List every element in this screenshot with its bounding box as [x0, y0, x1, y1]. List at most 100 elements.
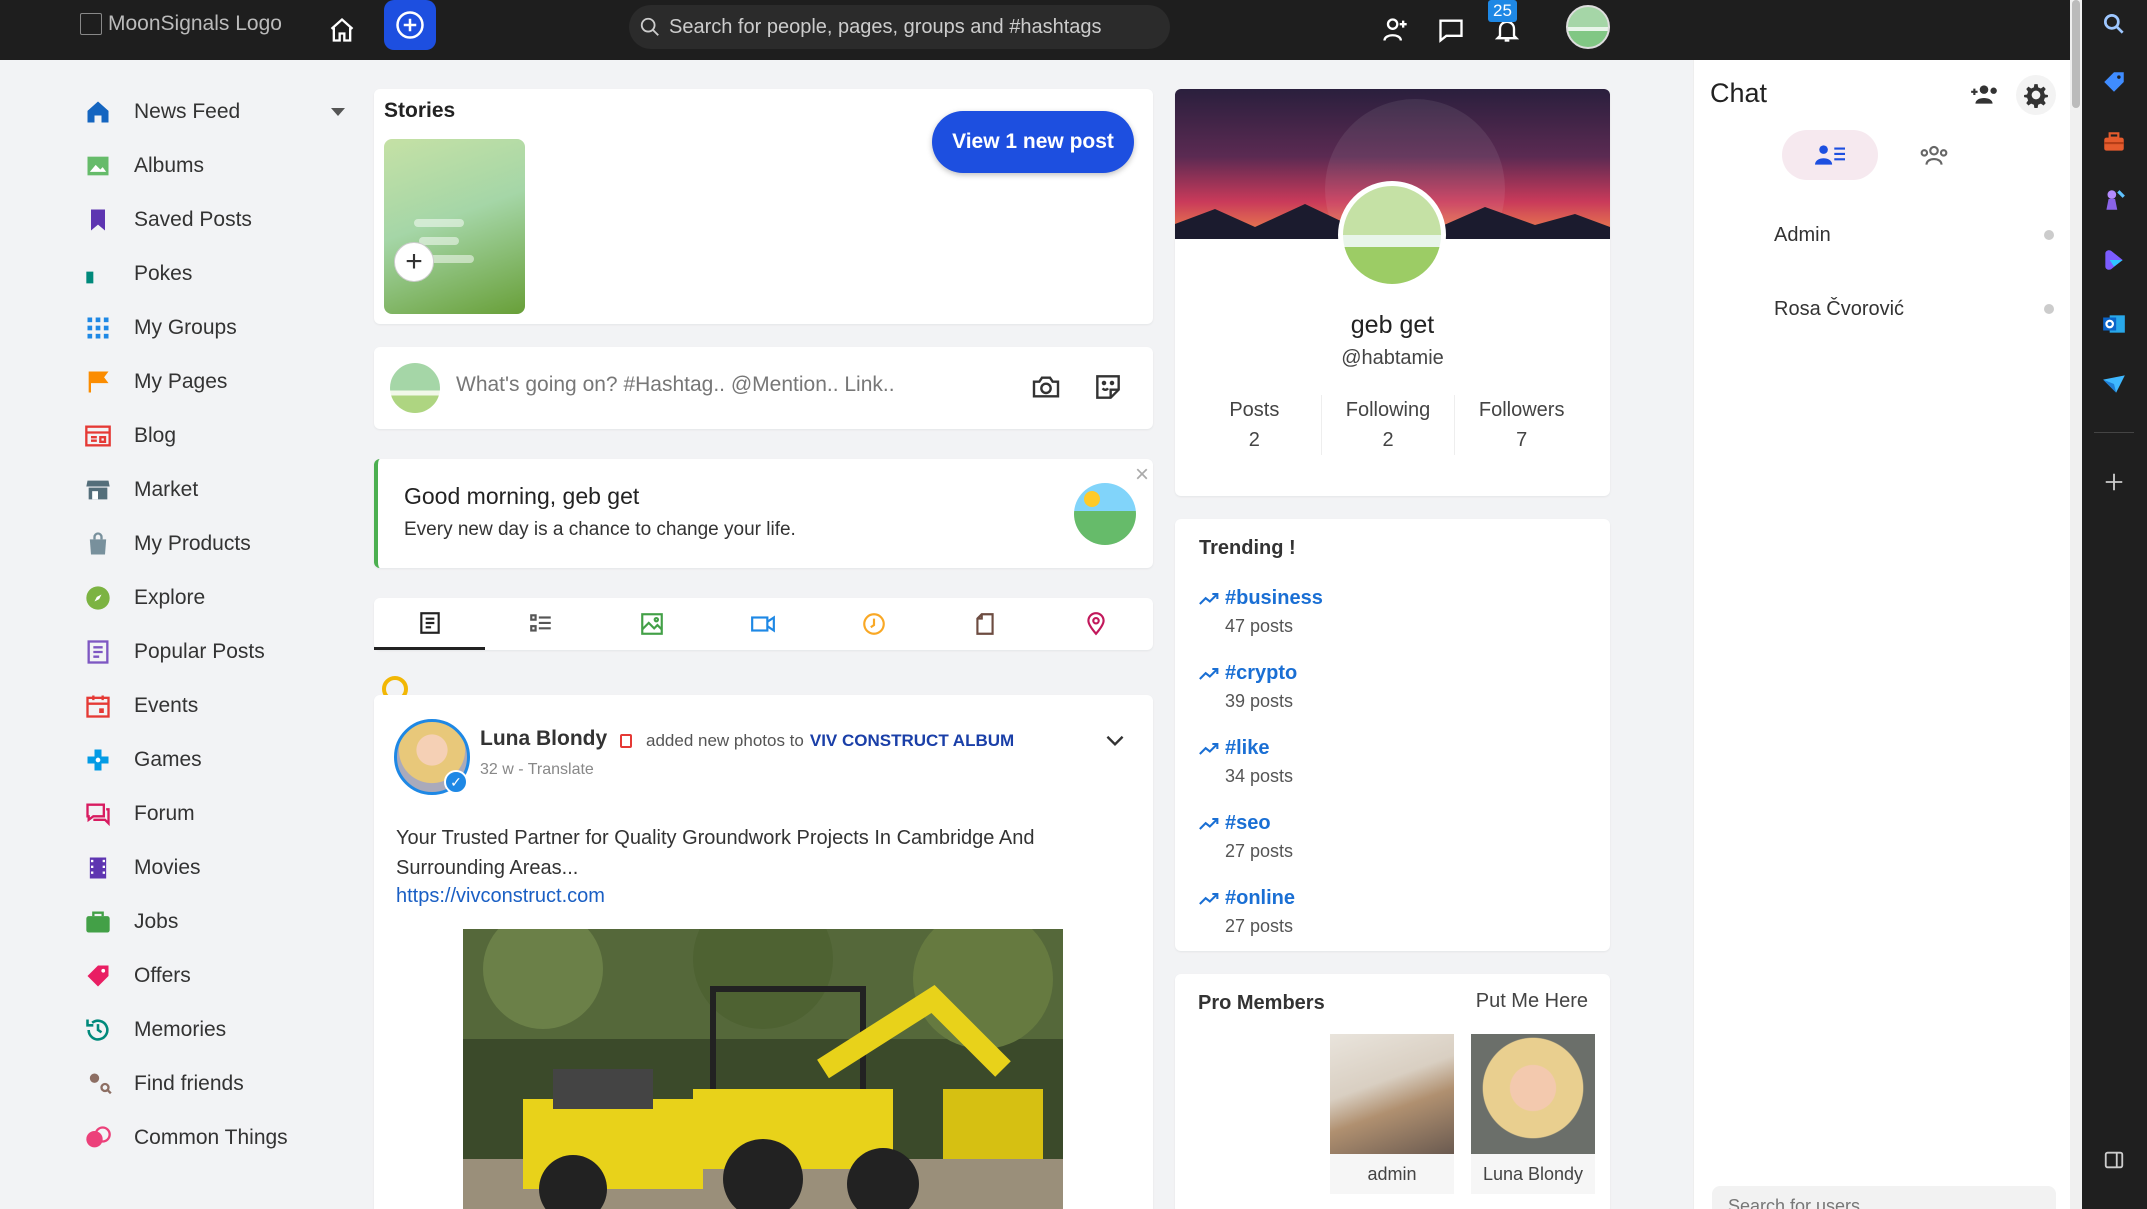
- sidebar-item-movies[interactable]: Movies: [80, 841, 355, 895]
- tab-all-posts[interactable]: [374, 598, 485, 650]
- scrollbar-thumb[interactable]: [2072, 0, 2080, 108]
- tab-files[interactable]: [929, 598, 1040, 650]
- profile-name[interactable]: geb get: [1175, 311, 1610, 340]
- sidebar-item-games[interactable]: Games: [80, 733, 355, 787]
- home-button[interactable]: [322, 10, 362, 50]
- rail-copilot-button[interactable]: [2096, 242, 2132, 278]
- sidebar-item-events[interactable]: Events: [80, 679, 355, 733]
- pro-member-admin[interactable]: admin: [1330, 1034, 1454, 1194]
- trending-tag[interactable]: #online: [1225, 887, 1295, 910]
- film-icon: [80, 850, 116, 886]
- add-photo-button[interactable]: [1026, 367, 1066, 407]
- sidebar-item-find-friends[interactable]: Find friends: [80, 1057, 355, 1111]
- close-icon[interactable]: ×: [1135, 461, 1149, 489]
- briefcase-icon: [80, 904, 116, 940]
- chat-user-rosa[interactable]: Rosa Čvorović: [1774, 298, 1904, 321]
- add-feeling-button[interactable]: [1088, 367, 1128, 407]
- rail-add-button[interactable]: [2096, 464, 2132, 500]
- site-logo[interactable]: MoonSignals Logo: [80, 12, 282, 36]
- trending-count: 27 posts: [1225, 916, 1294, 936]
- trending-item[interactable]: #crypto 39 posts: [1199, 662, 1297, 712]
- trending-tag[interactable]: #crypto: [1225, 662, 1297, 685]
- page-scrollbar[interactable]: [2070, 0, 2082, 1209]
- sidebar-item-common-things[interactable]: Common Things: [80, 1111, 355, 1165]
- sidebar-item-albums[interactable]: Albums: [80, 139, 355, 193]
- rail-games-button[interactable]: [2096, 182, 2132, 218]
- friend-requests-button[interactable]: [1373, 8, 1417, 52]
- tab-music[interactable]: [818, 598, 929, 650]
- pro-member-luna-blondy[interactable]: Luna Blondy: [1471, 1034, 1595, 1194]
- sidebar-item-blog[interactable]: Blog: [80, 409, 355, 463]
- rail-tools-button[interactable]: [2096, 124, 2132, 160]
- chat-search-input[interactable]: Search for users: [1712, 1186, 2056, 1209]
- sidebar-item-news-feed[interactable]: News Feed: [80, 85, 355, 139]
- sidebar-item-forum[interactable]: Forum: [80, 787, 355, 841]
- chat-settings-button[interactable]: [2016, 75, 2056, 115]
- pro-member-name: Luna Blondy: [1482, 1164, 1584, 1184]
- put-me-here-link[interactable]: Put Me Here: [1476, 990, 1588, 1013]
- sidebar-item-jobs[interactable]: Jobs: [80, 895, 355, 949]
- post-album-link[interactable]: VIV CONSTRUCT ALBUM: [810, 731, 1014, 751]
- sidebar-item-popular-posts[interactable]: Popular Posts: [80, 625, 355, 679]
- sidebar-item-market[interactable]: Market: [80, 463, 355, 517]
- tab-places[interactable]: [1040, 598, 1151, 650]
- sidebar-item-my-products[interactable]: My Products: [80, 517, 355, 571]
- tab-videos[interactable]: [707, 598, 818, 650]
- outlook-icon: [2103, 315, 2125, 333]
- sidebar-item-label: Blog: [134, 424, 177, 447]
- chevron-down-icon[interactable]: [1102, 727, 1128, 753]
- sidebar-item-offers[interactable]: Offers: [80, 949, 355, 1003]
- view-new-post-button[interactable]: View 1 new post: [932, 111, 1134, 173]
- sidebar-item-saved-posts[interactable]: Saved Posts: [80, 193, 355, 247]
- trending-tag[interactable]: #seo: [1225, 812, 1271, 835]
- chat-user-admin[interactable]: Admin: [1774, 224, 1831, 247]
- rail-search-button[interactable]: [2096, 6, 2132, 42]
- sidebar-item-memories[interactable]: Memories: [80, 1003, 355, 1057]
- caret-down-icon[interactable]: [331, 108, 345, 116]
- sidebar-item-explore[interactable]: Explore: [80, 571, 355, 625]
- trending-item[interactable]: #seo 27 posts: [1199, 812, 1293, 862]
- post-photo[interactable]: [463, 929, 1063, 1209]
- post-timestamp[interactable]: 32 w - Translate: [480, 761, 594, 779]
- sidebar-item-my-pages[interactable]: My Pages: [80, 355, 355, 409]
- rail-send-button[interactable]: [2096, 366, 2132, 402]
- verified-badge-icon: ✓: [444, 770, 468, 794]
- sidebar-item-pokes[interactable]: Pokes: [80, 247, 355, 301]
- stat-following[interactable]: Following 2: [1322, 395, 1456, 455]
- user-avatar[interactable]: [1566, 5, 1610, 49]
- chat-tab-groups[interactable]: [1886, 130, 1982, 180]
- sidebar-item-label: Saved Posts: [134, 208, 252, 231]
- composer-input[interactable]: What's going on? #Hashtag.. @Mention.. L…: [456, 373, 895, 397]
- messages-button[interactable]: [1429, 8, 1473, 52]
- post-author-name[interactable]: Luna Blondy: [480, 727, 607, 751]
- trending-tag[interactable]: #business: [1225, 587, 1323, 610]
- my-story-thumbnail[interactable]: +: [384, 139, 525, 314]
- sidebar-item-my-groups[interactable]: My Groups: [80, 301, 355, 355]
- rail-shopping-button[interactable]: [2096, 64, 2132, 100]
- landscape-illustration: [1074, 483, 1136, 545]
- tab-photos[interactable]: [596, 598, 707, 650]
- stat-posts[interactable]: Posts 2: [1188, 395, 1322, 455]
- list-icon: [529, 614, 551, 632]
- stat-label: Following: [1345, 399, 1431, 421]
- post-link[interactable]: https://vivconstruct.com: [396, 885, 605, 908]
- profile-avatar[interactable]: [1338, 181, 1446, 289]
- trending-count: 47 posts: [1225, 616, 1294, 636]
- tag-icon: [2104, 72, 2124, 92]
- trending-item[interactable]: #like 34 posts: [1199, 737, 1293, 787]
- add-story-button[interactable]: +: [394, 242, 434, 282]
- chat-add-user-button[interactable]: [1964, 75, 2004, 115]
- stat-followers[interactable]: Followers 7: [1455, 395, 1588, 455]
- rail-toggle-sidebar-button[interactable]: [2096, 1142, 2132, 1178]
- trending-item[interactable]: #online 27 posts: [1199, 887, 1295, 937]
- composer-avatar: [390, 363, 440, 413]
- search-bar[interactable]: Search for people, pages, groups and #ha…: [629, 5, 1170, 49]
- trending-item[interactable]: #business 47 posts: [1199, 587, 1323, 637]
- chat-tab-users[interactable]: [1782, 130, 1878, 180]
- rail-outlook-button[interactable]: [2096, 306, 2132, 342]
- profile-stats: Posts 2 Following 2 Followers 7: [1188, 395, 1588, 455]
- tab-text-posts[interactable]: [485, 598, 596, 650]
- trending-tag[interactable]: #like: [1225, 737, 1269, 760]
- pro-member-photo: [1330, 1034, 1454, 1154]
- create-button[interactable]: [384, 0, 436, 50]
